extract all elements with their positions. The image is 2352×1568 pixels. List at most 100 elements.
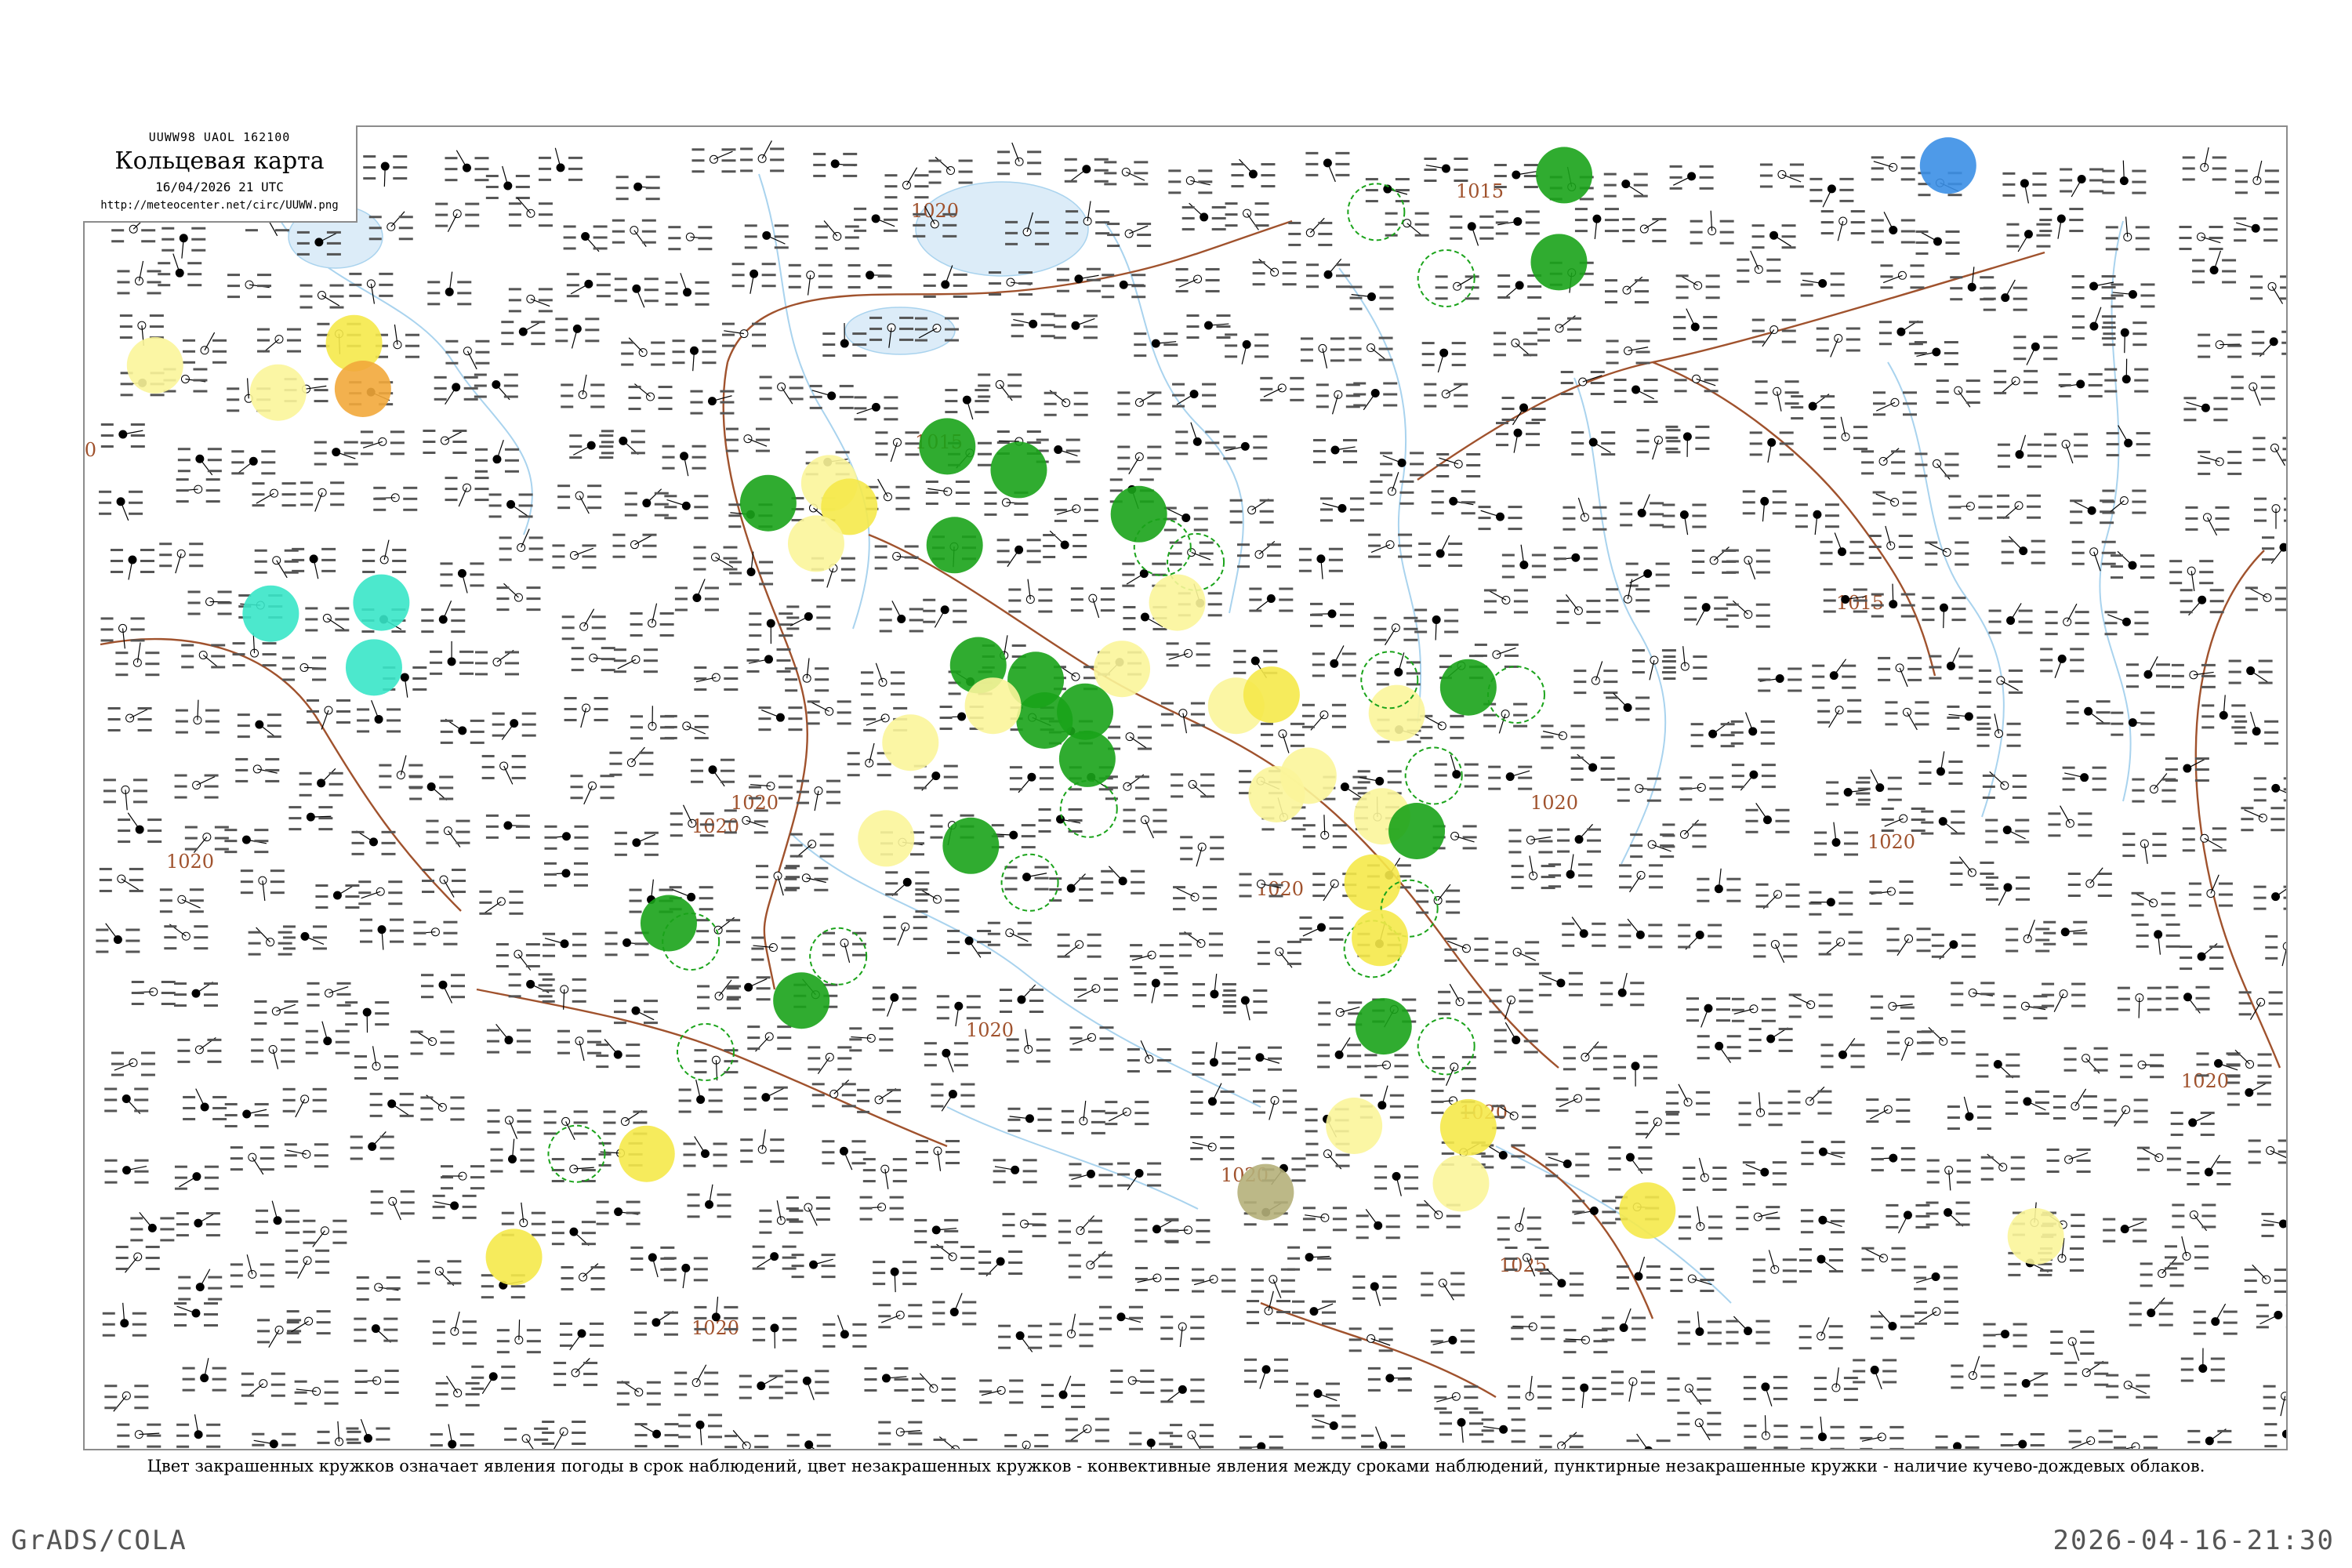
station-plot[interactable] — [256, 1200, 300, 1234]
station-plot[interactable] — [674, 1364, 719, 1396]
station-plot[interactable] — [1173, 886, 1218, 911]
station-plot[interactable] — [740, 1129, 785, 1163]
station-plot[interactable] — [721, 322, 766, 347]
station-plot[interactable] — [630, 603, 674, 637]
station-plot[interactable] — [1424, 157, 1468, 182]
station-plot[interactable] — [421, 601, 466, 633]
station-plot[interactable] — [1312, 1414, 1356, 1439]
station-plot[interactable] — [1098, 1305, 1143, 1330]
station-plot[interactable] — [358, 880, 403, 906]
station-plot[interactable] — [759, 376, 804, 405]
station-plot[interactable] — [235, 757, 280, 782]
station-plot[interactable] — [1223, 989, 1268, 1021]
station-plot[interactable] — [1385, 212, 1429, 237]
station-plot[interactable] — [474, 373, 518, 401]
station-plot[interactable] — [1104, 161, 1149, 186]
station-plot[interactable] — [1160, 1316, 1205, 1348]
station-plot[interactable] — [596, 1200, 641, 1225]
station-plot[interactable] — [1420, 714, 1465, 739]
station-plot[interactable] — [1057, 933, 1102, 958]
station-plot[interactable] — [788, 263, 833, 296]
station-plot[interactable] — [1105, 1101, 1149, 1126]
station-plot[interactable] — [176, 478, 220, 503]
station-plot[interactable] — [614, 831, 659, 856]
station-plot[interactable] — [1007, 1107, 1052, 1132]
station-plot[interactable] — [724, 1430, 769, 1449]
station-plot[interactable] — [248, 927, 292, 956]
station-plot[interactable] — [744, 224, 789, 249]
station-plot[interactable] — [1295, 1382, 1340, 1407]
station-plot[interactable] — [786, 1433, 831, 1449]
station-plot[interactable] — [1421, 1272, 1465, 1301]
station-plot[interactable] — [360, 918, 405, 950]
station-plot[interactable] — [111, 1051, 155, 1076]
station-plot[interactable] — [1061, 1100, 1105, 1134]
station-plot[interactable] — [440, 718, 485, 744]
station-plot[interactable] — [104, 1159, 149, 1184]
station-plot[interactable] — [162, 227, 206, 259]
station-plot[interactable] — [822, 931, 867, 964]
station-plot[interactable] — [1365, 178, 1410, 203]
station-plot[interactable] — [1068, 1250, 1112, 1279]
station-plot[interactable] — [879, 601, 924, 633]
station-plot[interactable] — [1101, 866, 1145, 895]
station-plot[interactable] — [1318, 1001, 1363, 1026]
station-plot[interactable] — [683, 1136, 728, 1167]
station-plot[interactable] — [254, 549, 299, 579]
station-plot[interactable] — [285, 1249, 330, 1279]
station-plot[interactable] — [559, 1322, 604, 1351]
station-plot[interactable] — [1004, 1434, 1049, 1449]
station-plot[interactable] — [1223, 435, 1268, 460]
station-plot[interactable] — [102, 1302, 147, 1337]
station-plot[interactable] — [570, 775, 615, 805]
station-plot[interactable] — [99, 867, 143, 892]
station-plot[interactable] — [508, 973, 553, 998]
station-plot[interactable] — [1316, 383, 1360, 415]
station-plot[interactable] — [1038, 808, 1083, 833]
station-plot[interactable] — [286, 1310, 331, 1335]
station-plot[interactable] — [1160, 1378, 1205, 1403]
station-plot[interactable] — [435, 202, 480, 232]
station-plot[interactable] — [1130, 944, 1174, 969]
station-plot[interactable] — [613, 1000, 658, 1025]
station-plot[interactable] — [1236, 540, 1281, 568]
station-plot[interactable] — [299, 768, 343, 797]
station-plot[interactable] — [1493, 332, 1537, 357]
station-plot[interactable] — [481, 754, 526, 785]
station-plot[interactable] — [911, 1373, 956, 1402]
station-plot[interactable] — [1305, 151, 1350, 183]
station-plot[interactable] — [485, 814, 530, 839]
station-plot[interactable] — [300, 481, 345, 512]
station-plot[interactable] — [176, 1212, 220, 1237]
station-plot[interactable] — [354, 1046, 399, 1080]
station-plot[interactable] — [182, 1358, 227, 1392]
station-plot[interactable] — [1312, 645, 1356, 677]
station-plot[interactable] — [230, 1146, 274, 1175]
station-plot[interactable] — [1252, 259, 1297, 286]
station-plot[interactable] — [613, 648, 658, 673]
station-plot[interactable] — [758, 706, 803, 731]
station-plot[interactable] — [931, 1243, 975, 1270]
station-plot[interactable] — [435, 1375, 480, 1406]
station-plot[interactable] — [479, 890, 524, 915]
station-plot[interactable] — [1483, 589, 1528, 614]
station-plot[interactable] — [571, 647, 615, 672]
station-plot[interactable] — [1489, 989, 1534, 1020]
station-plot[interactable] — [551, 1158, 596, 1183]
station-plot[interactable] — [1495, 210, 1540, 235]
station-plot[interactable] — [1508, 1375, 1552, 1410]
station-plot[interactable] — [474, 649, 519, 676]
station-plot[interactable] — [609, 746, 654, 776]
station-plot[interactable] — [117, 260, 162, 295]
station-plot[interactable] — [346, 1418, 390, 1449]
station-plot[interactable] — [1313, 438, 1358, 463]
station-plot[interactable] — [299, 284, 344, 309]
station-plot[interactable] — [1166, 642, 1210, 667]
station-plot[interactable] — [542, 1421, 586, 1449]
station-plot[interactable] — [1496, 422, 1541, 453]
station-plot[interactable] — [630, 1246, 675, 1278]
station-plot[interactable] — [174, 1302, 219, 1327]
station-plot[interactable] — [1175, 422, 1220, 456]
station-plot[interactable] — [1418, 535, 1463, 568]
station-plot[interactable] — [360, 430, 405, 456]
